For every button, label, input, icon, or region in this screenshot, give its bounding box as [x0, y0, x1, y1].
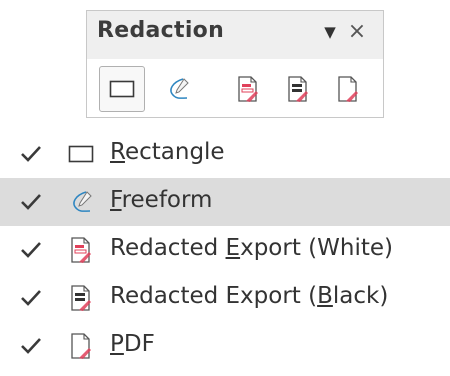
redacted-export-white-icon [238, 76, 258, 102]
redaction-menu: Rectangle Freeform Redacted Export (Whit… [0, 130, 450, 370]
redacted-export-black-icon [64, 282, 98, 314]
redacted-export-white-button[interactable] [225, 66, 271, 112]
menu-item-label: PDF [110, 331, 155, 357]
menu-item-freeform[interactable]: Freeform [0, 178, 450, 226]
close-icon[interactable]: × [345, 20, 369, 44]
redaction-toolbar: Redaction ▼ × [86, 10, 384, 118]
menu-item-label: Redacted Export (Black) [110, 283, 389, 309]
toolbar-dropdown-icon[interactable]: ▼ [319, 21, 341, 43]
rectangle-icon [64, 138, 98, 170]
toolbar-title: Redaction [97, 18, 225, 43]
menu-item-pdf[interactable]: PDF [0, 322, 450, 370]
rectangle-tool-button[interactable] [99, 66, 145, 112]
menu-item-label: Freeform [110, 187, 213, 213]
pdf-icon [338, 76, 358, 102]
menu-item-rectangle[interactable]: Rectangle [0, 130, 450, 178]
freeform-tool-button[interactable] [155, 66, 201, 112]
pdf-export-button[interactable] [325, 66, 371, 112]
menu-item-label: Rectangle [110, 139, 225, 165]
redacted-export-black-button[interactable] [275, 66, 321, 112]
freeform-icon [64, 186, 98, 218]
menu-item-label: Redacted Export (White) [110, 235, 393, 261]
checkmark-icon [21, 242, 41, 258]
rectangle-icon [109, 80, 135, 98]
checkmark-icon [21, 290, 41, 306]
redacted-export-white-icon [64, 234, 98, 266]
menu-item-redacted-export-black[interactable]: Redacted Export (Black) [0, 274, 450, 322]
menu-item-redacted-export-white[interactable]: Redacted Export (White) [0, 226, 450, 274]
pdf-icon [64, 330, 98, 362]
checkmark-icon [21, 194, 41, 210]
redacted-export-black-icon [288, 76, 308, 102]
checkmark-icon [21, 338, 41, 354]
checkmark-icon [21, 146, 41, 162]
toolbar-button-row [87, 59, 383, 117]
freeform-icon [170, 78, 189, 99]
